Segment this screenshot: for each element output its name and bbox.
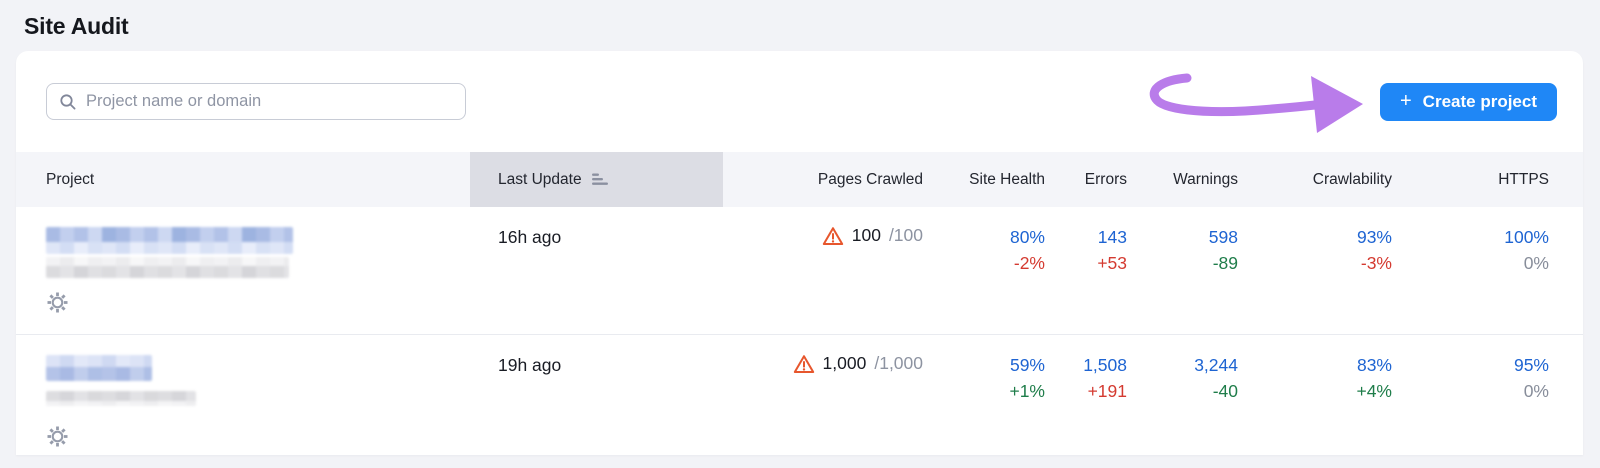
errors-value[interactable]: 1,508 <box>1083 353 1127 377</box>
https-delta: 0% <box>1523 381 1549 401</box>
https-value[interactable]: 95% <box>1514 353 1549 377</box>
warnings-delta: -40 <box>1212 381 1238 401</box>
pages-crawled-value: 1,000 <box>822 353 867 373</box>
warnings-value[interactable]: 598 <box>1209 225 1238 249</box>
annotation-arrow-icon <box>1149 73 1363 133</box>
project-name-redacted[interactable] <box>46 355 152 381</box>
warnings-cell: 3,244 -40 <box>1127 335 1238 405</box>
errors-cell: 1,508 +191 <box>1045 335 1127 405</box>
warnings-value[interactable]: 3,244 <box>1194 353 1238 377</box>
last-update-cell: 19h ago <box>498 355 562 375</box>
errors-cell: 143 +53 <box>1045 207 1127 277</box>
crawlability-value[interactable]: 83% <box>1357 353 1392 377</box>
site-health-cell: 80% -2% <box>923 207 1045 277</box>
table-row: 19h ago 1,000/1,000 59% +1% 1,508 +191 3… <box>16 334 1583 455</box>
site-health-value[interactable]: 59% <box>1010 353 1045 377</box>
last-update-label: Last Update <box>498 170 582 188</box>
crawlability-cell: 93% -3% <box>1238 207 1392 277</box>
https-cell: 95% 0% <box>1392 335 1583 405</box>
site-audit-panel: + Create project Project Last Update Pag… <box>16 51 1583 455</box>
project-domain-redacted <box>46 257 289 278</box>
site-health-value[interactable]: 80% <box>1010 225 1045 249</box>
warning-icon <box>793 354 814 373</box>
errors-value[interactable]: 143 <box>1098 225 1127 249</box>
warning-icon <box>822 226 843 245</box>
table-row: 16h ago 100/100 80% -2% 143 +53 598 -89 … <box>16 207 1583 334</box>
create-project-label: Create project <box>1422 92 1537 111</box>
pages-crawled-cell: 100/100 <box>723 207 923 246</box>
errors-delta: +191 <box>1087 381 1127 401</box>
column-header-errors[interactable]: Errors <box>1045 152 1127 207</box>
search-icon <box>60 93 76 110</box>
warnings-delta: -89 <box>1212 253 1238 273</box>
crawlability-delta: +4% <box>1356 381 1392 401</box>
column-header-pages-crawled[interactable]: Pages Crawled <box>723 152 923 207</box>
https-cell: 100% 0% <box>1392 207 1583 277</box>
crawlability-delta: -3% <box>1360 253 1392 273</box>
project-cell <box>16 207 470 317</box>
crawlability-cell: 83% +4% <box>1238 335 1392 405</box>
create-project-button[interactable]: + Create project <box>1379 83 1557 121</box>
toolbar: + Create project <box>16 51 1583 152</box>
warnings-cell: 598 -89 <box>1127 207 1238 277</box>
column-header-warnings[interactable]: Warnings <box>1127 152 1238 207</box>
column-header-crawlability[interactable]: Crawlability <box>1238 152 1392 207</box>
site-health-delta: +1% <box>1009 381 1045 401</box>
project-domain-redacted <box>46 391 196 406</box>
column-header-last-update[interactable]: Last Update <box>470 152 723 207</box>
crawlability-value[interactable]: 93% <box>1357 225 1392 249</box>
project-search-box[interactable] <box>46 83 466 120</box>
gear-icon <box>47 292 68 313</box>
search-input[interactable] <box>86 92 453 111</box>
plus-icon: + <box>1399 90 1412 112</box>
project-name-redacted[interactable] <box>46 227 293 254</box>
column-header-https[interactable]: HTTPS <box>1392 152 1583 207</box>
sort-icon <box>591 173 608 185</box>
column-header-site-health[interactable]: Site Health <box>923 152 1045 207</box>
table-header: Project Last Update Pages Crawled Site H… <box>16 152 1583 207</box>
project-settings-button[interactable] <box>46 425 69 451</box>
page-title: Site Audit <box>24 13 129 39</box>
pages-crawled-cell: 1,000/1,000 <box>723 335 923 374</box>
https-delta: 0% <box>1523 253 1549 273</box>
https-value[interactable]: 100% <box>1504 225 1549 249</box>
last-update-cell: 16h ago <box>498 227 562 247</box>
errors-delta: +53 <box>1097 253 1127 273</box>
pages-crawled-total: /1,000 <box>874 353 923 373</box>
pages-crawled-value: 100 <box>851 225 881 245</box>
site-health-cell: 59% +1% <box>923 335 1045 405</box>
column-header-project: Project <box>46 170 95 188</box>
project-settings-button[interactable] <box>46 291 69 317</box>
project-cell <box>16 335 470 451</box>
site-health-delta: -2% <box>1013 253 1045 273</box>
gear-icon <box>47 426 68 447</box>
pages-crawled-total: /100 <box>888 225 923 245</box>
